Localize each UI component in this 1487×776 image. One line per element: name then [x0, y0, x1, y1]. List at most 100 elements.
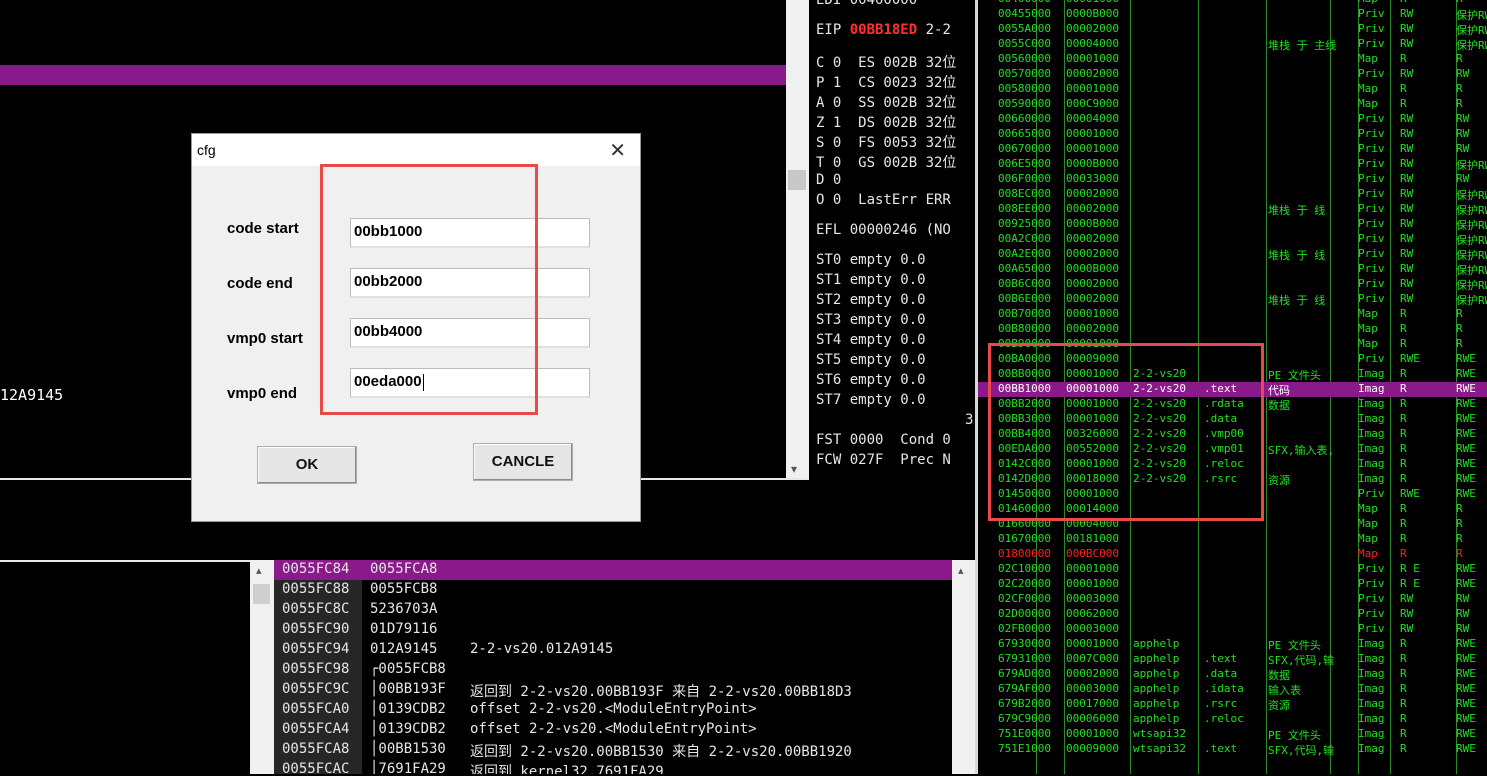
memory-row[interactable]: 0055A000 00002000 Priv RW 保护RW: [978, 22, 1487, 37]
flag-row[interactable]: P 1 CS 0023 32位: [816, 72, 956, 92]
memory-row[interactable]: 01670000 00181000 Map R R: [978, 532, 1487, 547]
memory-row[interactable]: 02CF0000 00003000 Priv RW RW: [978, 592, 1487, 607]
flag-row[interactable]: C 0 ES 002B 32位: [816, 52, 956, 72]
memory-row[interactable]: 00455000 0000B000 Priv RW 保护RW: [978, 7, 1487, 22]
register-efl[interactable]: EFL 00000246 (NO: [816, 222, 951, 238]
close-icon[interactable]: ✕: [609, 138, 626, 163]
memory-row[interactable]: 679AF000 00003000 apphelp .idata 输入表 Imag R RWE: [978, 682, 1487, 697]
memory-row[interactable]: 00400000 00001000 Map R R: [978, 0, 1487, 7]
flag-row[interactable]: T 0 GS 002B 32位: [816, 152, 956, 172]
stack-row[interactable]: 0055FC8C 5236703A: [274, 600, 952, 620]
memory-row[interactable]: 00B70000 00001000 Map R R: [978, 307, 1487, 322]
stack-row[interactable]: 0055FCAC │7691FA29 返回到 kernel32.7691FA29: [274, 760, 952, 774]
memory-row[interactable]: 0055C000 00004000 堆栈 于 主线 Priv RW 保护RW: [978, 37, 1487, 52]
flag-row[interactable]: A 0 SS 002B 32位: [816, 92, 956, 112]
stack-row[interactable]: 0055FCA4 │0139CDB2 offset 2-2-vs20.<Module…: [274, 720, 952, 740]
memory-row[interactable]: 00B80000 00002000 Map R R: [978, 322, 1487, 337]
register-fst[interactable]: FST 0000 Cond 0: [816, 432, 951, 448]
memory-row[interactable]: 00670000 00001000 Priv RW RW: [978, 142, 1487, 157]
memory-row[interactable]: 00A2E000 00002000 堆栈 于 线 Priv RW 保护RW: [978, 247, 1487, 262]
memory-row[interactable]: 751E1000 00009000 wtsapi32 .text SFX,代码,输 Ima…: [978, 742, 1487, 757]
flag-row[interactable]: O 0 LastErr ERR: [816, 192, 951, 208]
memory-row[interactable]: 008EE000 00002000 堆栈 于 线 Priv RW 保护RW: [978, 202, 1487, 217]
memory-prot: RW: [1400, 622, 1414, 635]
chevron-up-icon[interactable]: ▴: [256, 564, 262, 577]
memory-row[interactable]: 679C9000 00006000 apphelp .reloc Imag R RWE: [978, 712, 1487, 727]
memory-init: R: [1456, 82, 1463, 95]
memory-owner: apphelp: [1133, 652, 1180, 665]
memory-row[interactable]: 00660000 00004000 Priv RW RW: [978, 112, 1487, 127]
memory-row[interactable]: 67931000 0007C000 apphelp .text SFX,代码,输 Imag…: [978, 652, 1487, 667]
memory-row[interactable]: 67930000 00001000 apphelp PE 文件头 Imag R RWE: [978, 637, 1487, 652]
dialog-titlebar[interactable]: cfg ✕: [192, 134, 640, 166]
stack-row[interactable]: 0055FC90 01D79116: [274, 620, 952, 640]
dump-pane[interactable]: [0, 560, 250, 776]
memory-row[interactable]: 02D00000 00062000 Priv RW RW: [978, 607, 1487, 622]
dump-scrollbar[interactable]: ▴: [250, 560, 274, 774]
stack-row[interactable]: 0055FC84 0055FCA8: [274, 560, 952, 580]
stack-row[interactable]: 0055FC88 0055FCB8: [274, 580, 952, 600]
memory-row[interactable]: 006E5000 0000B000 Priv RW 保护RW: [978, 157, 1487, 172]
memory-size: 00001000: [1066, 142, 1119, 155]
chevron-up-icon[interactable]: ▴: [958, 564, 964, 577]
flag-row[interactable]: D 0: [816, 172, 841, 188]
memory-row[interactable]: 679AD000 00002000 apphelp .data 数据 Imag R RWE: [978, 667, 1487, 682]
memory-row[interactable]: 00560000 00001000 Map R R: [978, 52, 1487, 67]
chevron-down-icon[interactable]: ▾: [791, 462, 797, 476]
registers-pane[interactable]: EDI 00400000 EIP 00BB18ED 2-2 C 0 ES 002B …: [809, 0, 975, 560]
memory-row[interactable]: 00925000 0000B000 Priv RW 保护RW: [978, 217, 1487, 232]
fpu-register[interactable]: ST0 empty 0.0: [816, 252, 926, 268]
memory-row[interactable]: 00580000 00001000 Map R R: [978, 82, 1487, 97]
memory-row[interactable]: 00B6E000 00002000 堆栈 于 线 Priv RW 保护RW: [978, 292, 1487, 307]
memory-type: Priv: [1358, 277, 1385, 290]
memory-row[interactable]: 02FB0000 00003000 Priv RW RW: [978, 622, 1487, 637]
stack-row[interactable]: 0055FCA0 │0139CDB2 offset 2-2-vs20.<Module…: [274, 700, 952, 720]
memory-row[interactable]: 00A2C000 00002000 Priv RW 保护RW: [978, 232, 1487, 247]
stack-pane[interactable]: 0055FC84 0055FCA8 0055FC88 0055FCB8 0055FC8C…: [274, 560, 952, 774]
fpu-register[interactable]: ST2 empty 0.0: [816, 292, 926, 308]
flag-row[interactable]: Z 1 DS 002B 32位: [816, 112, 956, 132]
memory-row[interactable]: 00B6C000 00002000 Priv RW 保护RW: [978, 277, 1487, 292]
stack-row[interactable]: 0055FC98 ┌0055FCB8: [274, 660, 952, 680]
memory-row[interactable]: 00665000 00001000 Priv RW RW: [978, 127, 1487, 142]
memory-row[interactable]: 679B2000 00017000 apphelp .rsrc 资源 Imag R RWE: [978, 697, 1487, 712]
memory-init: RW: [1456, 127, 1470, 140]
stack-comment: 返回到 2-2-vs20.00BB193F 来自 2-2-vs20.00BB18…: [470, 684, 852, 700]
fpu-register[interactable]: ST1 empty 0.0: [816, 272, 926, 288]
fpu-register[interactable]: ST4 empty 0.0: [816, 332, 926, 348]
memory-prot: RW: [1400, 187, 1414, 200]
stack-address: 0055FCA4: [282, 721, 350, 737]
memory-prot: R: [1400, 337, 1407, 350]
register-eip[interactable]: EIP 00BB18ED 2-2: [816, 22, 951, 38]
cancel-button[interactable]: CANCLE: [473, 443, 573, 481]
memory-row[interactable]: 008EC000 00002000 Priv RW 保护RW: [978, 187, 1487, 202]
flag-row[interactable]: S 0 FS 0053 32位: [816, 132, 956, 152]
fpu-register[interactable]: ST7 empty 0.0: [816, 392, 926, 408]
fpu-register[interactable]: ST3 empty 0.0: [816, 312, 926, 328]
fpu-register[interactable]: ST6 empty 0.0: [816, 372, 926, 388]
memory-row[interactable]: 00A65000 0000B000 Priv RW 保护RW: [978, 262, 1487, 277]
memory-prot: RW: [1400, 127, 1414, 140]
memory-row[interactable]: 02C10000 00001000 Priv R E RWE: [978, 562, 1487, 577]
memory-row[interactable]: 751E0000 00001000 wtsapi32 PE 文件头 Imag R RWE: [978, 727, 1487, 742]
stack-row[interactable]: 0055FC94 012A9145 2-2-vs20.012A9145: [274, 640, 952, 660]
stack-scrollbar[interactable]: ▴: [952, 560, 975, 774]
scroll-thumb[interactable]: [253, 584, 270, 604]
register-fcw[interactable]: FCW 027F Prec N: [816, 452, 951, 468]
memory-row[interactable]: 006F0000 00033000 Priv RW RW: [978, 172, 1487, 187]
memory-size: 00001000: [1066, 307, 1119, 320]
memory-init: RWE: [1456, 457, 1476, 470]
fpu-register[interactable]: ST5 empty 0.0: [816, 352, 926, 368]
stack-row[interactable]: 0055FC9C │00BB193F 返回到 2-2-vs20.00BB193F 来…: [274, 680, 952, 700]
memory-size: 00002000: [1066, 232, 1119, 245]
memory-prot: R: [1400, 517, 1407, 530]
memory-row[interactable]: 02C20000 00001000 Priv R E RWE: [978, 577, 1487, 592]
memory-row[interactable]: 00590000 000C9000 Map R R: [978, 97, 1487, 112]
scroll-thumb[interactable]: [788, 170, 806, 190]
stack-row[interactable]: 0055FCA8 │00BB1530 返回到 2-2-vs20.00BB1530 来…: [274, 740, 952, 760]
memory-row[interactable]: 00570000 00002000 Priv RW RW: [978, 67, 1487, 82]
ok-button[interactable]: OK: [257, 446, 357, 484]
memory-size: 00003000: [1066, 682, 1119, 695]
memory-row[interactable]: 01800000 000BC000 Map R R: [978, 547, 1487, 562]
disasm-scrollbar[interactable]: ▾: [786, 0, 809, 478]
